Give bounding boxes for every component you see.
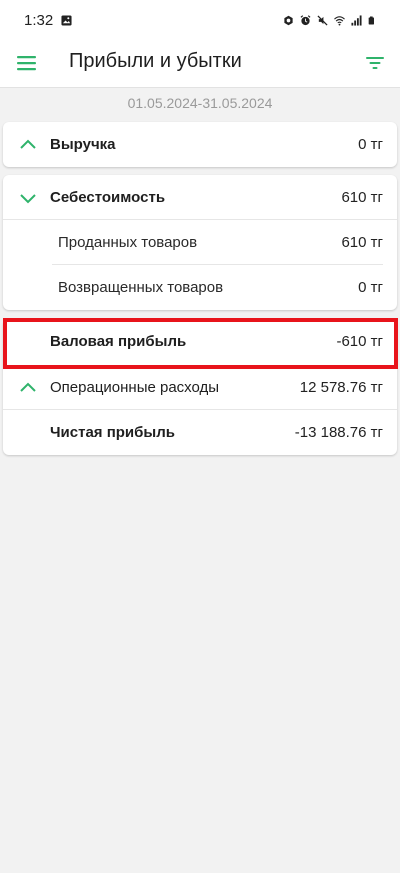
assistant-icon: [284, 15, 293, 25]
wifi-icon: [334, 15, 345, 26]
hamburger-menu-icon[interactable]: [16, 52, 38, 74]
revenue-row[interactable]: Выручка 0 тг: [3, 122, 397, 167]
image-icon: [61, 14, 72, 26]
operating-expenses-value: 12 578.76 тг: [299, 379, 383, 396]
net-profit-label: Чистая прибыль: [50, 424, 175, 441]
status-bar: 1:32: [0, 0, 400, 40]
net-profit-value: -13 188.76 тг: [294, 424, 383, 441]
cost-row[interactable]: Себестоимость 610 тг: [3, 175, 397, 220]
cost-returned-row: Возвращенных товаров 0 тг: [3, 265, 397, 310]
mute-icon: [317, 14, 328, 26]
date-range[interactable]: 01.05.2024-31.05.2024: [0, 90, 400, 116]
battery-icon: [368, 16, 374, 24]
filter-icon[interactable]: [364, 52, 386, 74]
status-bar-left: 1:32: [24, 12, 72, 29]
cost-card: Себестоимость 610 тг Проданных товаров 6…: [3, 175, 397, 310]
operating-expenses-label: Операционные расходы: [50, 379, 220, 396]
chevron-up-icon: [20, 382, 36, 392]
highlight-box: [3, 318, 398, 369]
status-bar-right: [283, 14, 376, 26]
chevron-down-icon: [20, 194, 36, 204]
revenue-label: Выручка: [50, 136, 116, 153]
cost-sold-label: Проданных товаров: [58, 234, 198, 251]
net-profit-row: Чистая прибыль -13 188.76 тг: [3, 410, 397, 455]
page-title: Прибыли и убытки: [69, 50, 242, 72]
app-bar: Прибыли и убытки: [0, 40, 400, 88]
chevron-up-icon: [20, 139, 36, 149]
cost-sold-value: 610 тг: [341, 234, 383, 251]
alarm-icon: [300, 14, 311, 25]
cost-sold-row: Проданных товаров 610 тг: [3, 220, 397, 265]
cost-label: Себестоимость: [50, 189, 166, 206]
revenue-card: Выручка 0 тг: [3, 122, 397, 167]
operating-expenses-row[interactable]: Операционные расходы 12 578.76 тг: [3, 365, 397, 410]
revenue-value: 0 тг: [358, 136, 383, 153]
signal-icon: [351, 14, 362, 26]
cost-value: 610 тг: [341, 189, 383, 206]
cost-returned-label: Возвращенных товаров: [58, 279, 224, 296]
cost-returned-value: 0 тг: [358, 279, 383, 296]
status-time: 1:32: [24, 11, 54, 29]
